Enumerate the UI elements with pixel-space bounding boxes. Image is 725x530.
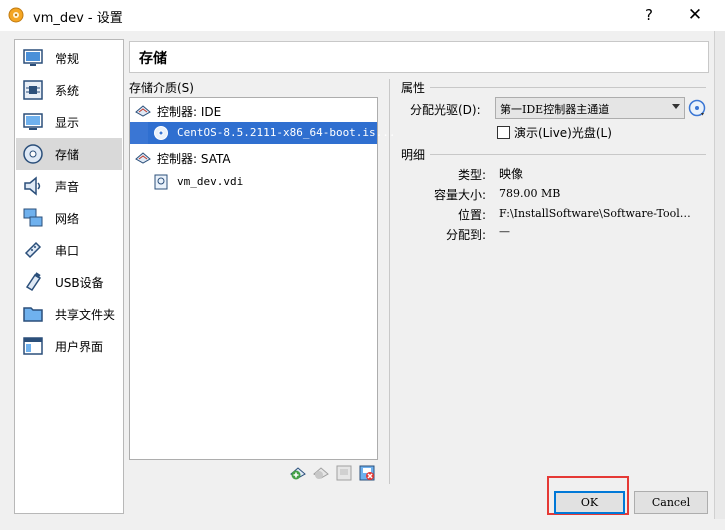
sidebar-item-label: USB设备 <box>55 276 104 290</box>
sidebar-item-audio[interactable]: 声音 <box>16 170 122 202</box>
usb-icon <box>25 272 42 292</box>
sidebar-item-display[interactable]: 显示 <box>16 106 122 138</box>
network-icon <box>23 208 43 227</box>
detail-attached-value: — <box>499 225 510 238</box>
sidebar-item-label: 网络 <box>55 212 80 226</box>
detail-type-label: 类型: <box>458 168 487 182</box>
system-icon <box>23 80 43 100</box>
storage-icon <box>23 144 43 164</box>
sidebar-item-label: 共享文件夹 <box>55 308 116 322</box>
sidebar-item-usb[interactable]: USB设备 <box>16 266 122 298</box>
ok-button[interactable]: OK <box>554 491 625 514</box>
cancel-button[interactable]: Cancel <box>634 491 708 514</box>
attributes-header: 属性 <box>401 81 426 95</box>
attributes-divider <box>430 87 706 88</box>
settings-dialog: vm_dev - 设置 ? ✕ 常规 系统 显示 存储 声音 网络 串口 USB… <box>0 0 725 530</box>
optical-drive-select[interactable]: 第一IDE控制器主通道 <box>495 97 685 119</box>
tree-item-hard-disk[interactable]: vm_dev.vdi <box>130 171 377 193</box>
optical-disc-icon <box>154 126 168 140</box>
optical-drive-label: 分配光驱(D): <box>410 103 481 117</box>
sidebar-item-storage[interactable]: 存储 <box>16 138 122 170</box>
detail-size-label: 容量大小: <box>434 188 487 202</box>
sidebar-item-user-interface[interactable]: 用户界面 <box>16 330 122 362</box>
general-icon <box>23 49 43 66</box>
tree-item-label: vm_dev.vdi <box>177 175 244 188</box>
live-cd-checkbox[interactable] <box>497 126 510 139</box>
sidebar-item-label: 存储 <box>55 148 80 162</box>
window-bottom-edge <box>0 519 725 530</box>
page-header: 存储 <box>129 41 709 73</box>
remove-controller-icon[interactable] <box>357 463 377 483</box>
sidebar-item-network[interactable]: 网络 <box>16 202 122 234</box>
chevron-down-icon <box>672 104 680 109</box>
app-icon <box>8 7 24 23</box>
tree-item-controller-sata[interactable]: 控制器: SATA <box>130 147 377 169</box>
controller-icon <box>135 152 151 164</box>
serial-port-icon <box>24 241 42 259</box>
detail-location-label: 位置: <box>458 208 487 222</box>
sidebar-item-label: 常规 <box>55 52 80 66</box>
tree-item-optical-disk[interactable]: CentOS-8.5.2111-x86_64-boot.is... <box>130 122 396 144</box>
sidebar-item-label: 串口 <box>55 244 80 258</box>
details-header: 明细 <box>401 148 426 162</box>
add-attachment-icon[interactable] <box>311 463 331 483</box>
settings-sidebar: 常规 系统 显示 存储 声音 网络 串口 USB设备 共享文件夹 用户界面 <box>14 39 124 514</box>
user-interface-icon <box>23 337 43 355</box>
tree-item-label: CentOS-8.5.2111-x86_64-boot.is... <box>177 126 396 139</box>
sidebar-item-label: 用户界面 <box>55 340 104 354</box>
help-button[interactable]: ? <box>634 4 664 26</box>
page-title: 存储 <box>139 51 167 67</box>
sidebar-item-serial-port[interactable]: 串口 <box>16 234 122 266</box>
sidebar-item-label: 系统 <box>55 84 80 98</box>
detail-size-value: 789.00 MB <box>499 187 561 200</box>
choose-disk-icon[interactable] <box>688 99 706 117</box>
sidebar-item-label: 显示 <box>55 116 80 130</box>
audio-icon <box>24 176 41 196</box>
shared-folder-icon <box>23 307 43 322</box>
optical-drive-value: 第一IDE控制器主通道 <box>500 103 610 116</box>
close-button[interactable]: ✕ <box>680 4 710 26</box>
pane-splitter[interactable] <box>389 79 390 484</box>
window-edge <box>714 31 725 530</box>
storage-devices-label: 存储介质(S) <box>129 81 194 95</box>
detail-type-value: 映像 <box>499 167 524 181</box>
live-cd-label: 演示(Live)光盘(L) <box>514 126 612 140</box>
details-divider <box>430 154 706 155</box>
sidebar-item-general[interactable]: 常规 <box>16 42 122 74</box>
sidebar-item-system[interactable]: 系统 <box>16 74 122 106</box>
hard-disk-icon <box>154 174 168 190</box>
storage-tree[interactable]: 控制器: IDE CentOS-8.5.2111-x86_64-boot.is.… <box>129 97 396 460</box>
tree-item-label: 控制器: IDE <box>157 105 222 119</box>
title-bar: vm_dev - 设置 ? ✕ <box>0 0 725 31</box>
tree-item-label: 控制器: SATA <box>157 152 231 166</box>
detail-attached-label: 分配到: <box>446 228 487 242</box>
sidebar-item-label: 声音 <box>55 180 80 194</box>
detail-location-value: F:\InstallSoftware\Software-Tool… <box>499 207 691 220</box>
tree-item-controller-ide[interactable]: 控制器: IDE <box>130 100 377 122</box>
window-title: vm_dev - 设置 <box>33 11 123 26</box>
controller-icon <box>135 105 151 117</box>
sidebar-item-shared-folders[interactable]: 共享文件夹 <box>16 298 122 330</box>
display-icon <box>23 113 43 130</box>
add-controller-icon[interactable] <box>288 463 308 483</box>
remove-attachment-icon[interactable] <box>334 463 354 483</box>
